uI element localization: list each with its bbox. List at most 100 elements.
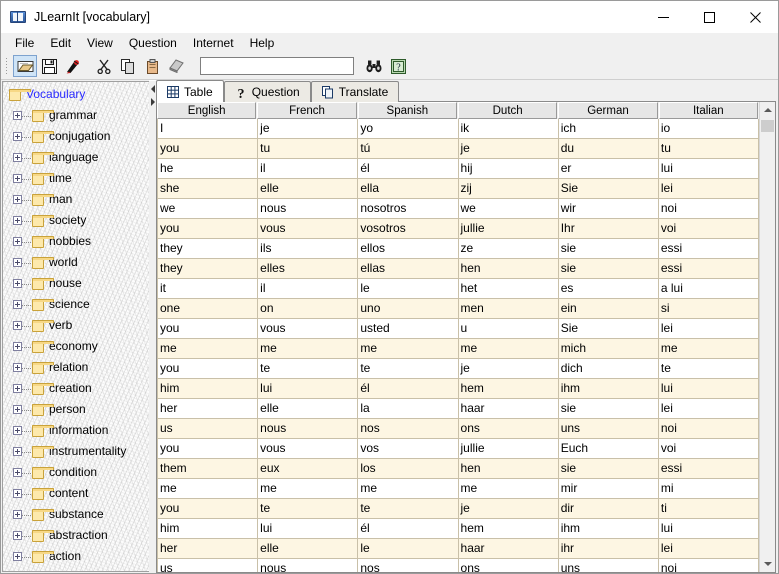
table-cell[interactable]: I (157, 119, 259, 139)
table-cell[interactable]: te (358, 499, 459, 519)
table-row[interactable]: you te te je dir ti (157, 499, 759, 519)
tree-item-condition[interactable]: condition (3, 462, 149, 483)
table-cell[interactable]: u (458, 319, 559, 339)
table-row[interactable]: you vous vosotros jullie Ihr voi (157, 219, 759, 239)
expand-icon[interactable] (13, 342, 22, 351)
table-header-dutch[interactable]: Dutch (457, 102, 558, 119)
table-cell[interactable]: ik (458, 119, 559, 139)
table-cell[interactable]: voi (658, 219, 759, 239)
table-cell[interactable]: te (658, 359, 759, 379)
tree-item-abstraction[interactable]: abstraction (3, 525, 149, 546)
table-cell[interactable]: io (658, 119, 759, 139)
expand-icon[interactable] (13, 363, 22, 372)
table-row[interactable]: he il él hij er lui (157, 159, 759, 179)
expand-icon[interactable] (13, 468, 22, 477)
table-cell[interactable]: mi (658, 479, 759, 499)
table-cell[interactable]: lei (658, 539, 759, 559)
table-cell[interactable]: uno (358, 299, 459, 319)
table-cell[interactable]: yo (358, 119, 459, 139)
table-cell[interactable]: je (458, 139, 559, 159)
table-cell[interactable]: te (258, 499, 359, 519)
table-cell[interactable]: ellos (358, 239, 459, 259)
table-cell[interactable]: te (258, 359, 359, 379)
expand-icon[interactable] (13, 258, 22, 267)
table-row[interactable]: she elle ella zij Sie lei (157, 179, 759, 199)
table-cell[interactable]: essi (658, 259, 759, 279)
scrollbar-track[interactable] (760, 118, 775, 556)
table-cell[interactable]: tu (258, 139, 359, 159)
expand-icon[interactable] (13, 384, 22, 393)
table-cell[interactable]: me (258, 339, 359, 359)
table-cell[interactable]: lui (258, 519, 359, 539)
panel-splitter[interactable] (149, 80, 156, 573)
tree-item-instrumentality[interactable]: instrumentality (3, 441, 149, 462)
table-row[interactable]: him lui él hem ihm lui (157, 519, 759, 539)
table-cell[interactable]: le (358, 539, 459, 559)
table-cell[interactable]: il (258, 279, 359, 299)
table-cell[interactable]: él (358, 379, 459, 399)
table-cell[interactable]: him (157, 379, 259, 399)
expand-icon[interactable] (13, 489, 22, 498)
table-cell[interactable]: Ihr (558, 219, 659, 239)
table-cell[interactable]: wir (558, 199, 659, 219)
table-cell[interactable]: lei (658, 179, 759, 199)
tab-table[interactable]: Table (156, 80, 224, 102)
table-cell[interactable]: nous (258, 559, 359, 572)
table-cell[interactable]: haar (458, 399, 559, 419)
table-cell[interactable]: nos (358, 419, 459, 439)
table-cell[interactable]: us (157, 559, 259, 572)
table-cell[interactable]: dich (558, 359, 659, 379)
table-cell[interactable]: me (458, 339, 559, 359)
table-cell[interactable]: jullie (458, 219, 559, 239)
maximize-button[interactable] (686, 1, 732, 33)
scroll-up-button[interactable] (760, 102, 775, 118)
tree-root-vocabulary[interactable]: Vocabulary (3, 84, 149, 105)
table-cell[interactable]: es (558, 279, 659, 299)
table-cell[interactable]: nous (258, 419, 359, 439)
cut-button[interactable] (92, 55, 116, 77)
tree-item-relation[interactable]: relation (3, 357, 149, 378)
table-row[interactable]: me me me me mich me (157, 339, 759, 359)
tree-item-man[interactable]: man (3, 189, 149, 210)
table-cell[interactable]: we (458, 199, 559, 219)
table-cell[interactable]: hen (458, 259, 559, 279)
table-cell[interactable]: la (358, 399, 459, 419)
table-cell[interactable]: vous (258, 219, 359, 239)
table-cell[interactable]: one (157, 299, 259, 319)
table-cell[interactable]: zij (458, 179, 559, 199)
tree-item-house[interactable]: house (3, 273, 149, 294)
table-cell[interactable]: he (157, 159, 259, 179)
table-cell[interactable]: elle (258, 179, 359, 199)
save-button[interactable] (37, 55, 61, 77)
table-cell[interactable]: you (157, 439, 259, 459)
table-cell[interactable]: vosotros (358, 219, 459, 239)
tree-item-conjugation[interactable]: conjugation (3, 126, 149, 147)
paste-button[interactable] (140, 55, 164, 77)
table-cell[interactable]: vos (358, 439, 459, 459)
table-cell[interactable]: noi (658, 199, 759, 219)
table-row[interactable]: him lui él hem ihm lui (157, 379, 759, 399)
tree-item-action[interactable]: action (3, 546, 149, 567)
table-cell[interactable]: le (358, 279, 459, 299)
table-vertical-scrollbar[interactable] (759, 102, 775, 572)
table-header-german[interactable]: German (558, 102, 658, 119)
table-header-french[interactable]: French (257, 102, 357, 119)
tree-item-person[interactable]: person (3, 399, 149, 420)
minimize-button[interactable] (640, 1, 686, 33)
tree-item-economy[interactable]: economy (3, 336, 149, 357)
table-cell[interactable]: us (157, 419, 259, 439)
table-cell[interactable]: te (358, 359, 459, 379)
table-cell[interactable]: you (157, 139, 259, 159)
delete-button[interactable] (164, 55, 188, 77)
table-cell[interactable]: essi (658, 459, 759, 479)
table-cell[interactable]: ihm (558, 519, 659, 539)
expand-icon[interactable] (13, 447, 22, 456)
table-cell[interactable]: Euch (558, 439, 659, 459)
tab-translate[interactable]: Translate (310, 81, 400, 102)
table-cell[interactable]: sie (558, 239, 659, 259)
close-button[interactable] (732, 1, 778, 33)
table-cell[interactable]: noi (658, 419, 759, 439)
table-cell[interactable]: je (458, 359, 559, 379)
copy-button[interactable] (116, 55, 140, 77)
search-input[interactable] (200, 57, 354, 75)
